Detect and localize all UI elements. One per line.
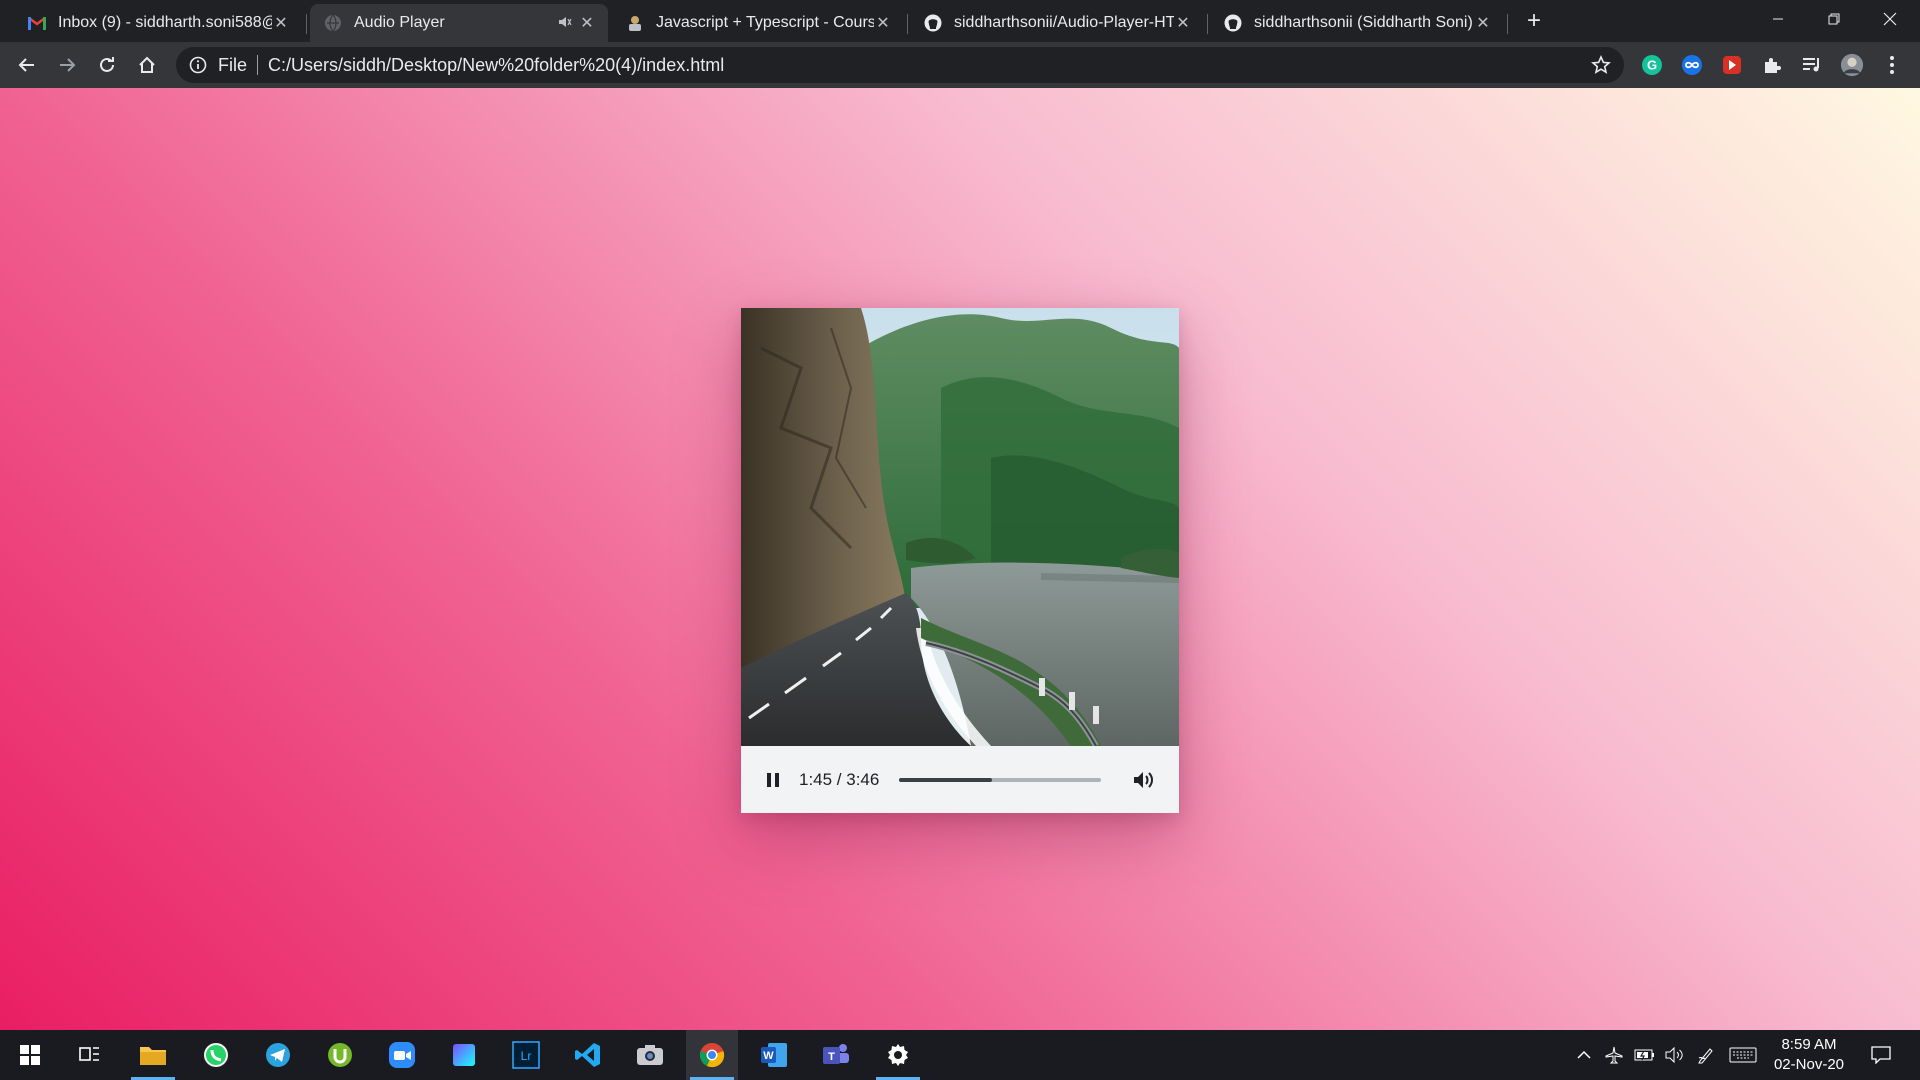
github-icon [924, 14, 942, 32]
github-icon [1224, 14, 1242, 32]
system-clock[interactable]: 8:59 AM 02-Nov-20 [1772, 1035, 1846, 1075]
whatsapp-icon[interactable] [190, 1030, 242, 1080]
svg-text:G: G [1647, 58, 1657, 73]
tab-title: Inbox (9) - siddharth.soni588@gmail.com [58, 14, 272, 31]
address-bar[interactable]: File C:/Users/siddh/Desktop/New%20folder… [176, 47, 1624, 83]
course-icon [626, 14, 644, 32]
chevron-up-icon[interactable] [1572, 1030, 1596, 1080]
battery-charging-icon[interactable] [1632, 1030, 1658, 1080]
airplane-mode-icon[interactable] [1602, 1030, 1626, 1080]
home-icon [139, 56, 155, 73]
pause-button[interactable] [761, 768, 785, 792]
minimize-button[interactable] [1750, 0, 1806, 38]
time-display: 1:45 / 3:46 [799, 769, 880, 789]
speaker-volume-icon[interactable] [1662, 1030, 1688, 1080]
tab-close-icon[interactable]: ✕ [1474, 13, 1492, 33]
video-extension-icon[interactable] [1720, 53, 1744, 77]
forward-button[interactable] [52, 50, 82, 80]
tab-separator [306, 14, 307, 34]
svg-text:W: W [763, 1050, 774, 1062]
tab-title: siddharthsonii (Siddharth Soni) [1254, 14, 1473, 31]
word-icon[interactable]: W [748, 1030, 800, 1080]
clock-time: 8:59 AM [1781, 1036, 1837, 1053]
arrow-left-icon [18, 58, 34, 72]
keyboard-icon[interactable] [1726, 1030, 1760, 1080]
media-control-icon[interactable] [1800, 53, 1824, 77]
notifications-icon[interactable] [1866, 1030, 1896, 1080]
clock-date: 02-Nov-20 [1773, 1056, 1845, 1073]
tab-close-icon[interactable]: ✕ [578, 13, 596, 33]
arrow-right-icon [60, 58, 76, 72]
tab-separator [1507, 14, 1508, 34]
settings-gear-icon[interactable] [872, 1030, 924, 1080]
teams-icon[interactable]: T [810, 1030, 862, 1080]
url-divider [257, 55, 259, 75]
url-scheme: File [218, 54, 248, 75]
restore-button[interactable] [1806, 0, 1862, 38]
puzzle-extensions-icon[interactable] [1760, 53, 1784, 77]
volume-button[interactable] [1131, 767, 1157, 793]
windows-taskbar: Lr W T 8:59 AM 02-Nov-20 [0, 1030, 1920, 1080]
tab-close-icon[interactable]: ✕ [1174, 13, 1192, 33]
tab-audio-player[interactable]: Audio Player ✕ [310, 4, 608, 42]
album-art-image [741, 308, 1179, 746]
svg-text:Lr: Lr [521, 1049, 532, 1063]
new-tab-button[interactable]: + [1520, 8, 1548, 36]
tab-separator [907, 14, 908, 34]
task-view-icon[interactable] [64, 1030, 116, 1080]
kebab-menu-icon[interactable] [1880, 53, 1904, 77]
tab-title: Audio Player [354, 14, 445, 31]
info-icon[interactable] [188, 55, 208, 75]
tab-title: siddharthsonii/Audio-Player-HTML [954, 14, 1174, 31]
home-button[interactable] [132, 50, 162, 80]
pause-icon [767, 772, 779, 787]
chrome-icon[interactable] [686, 1030, 738, 1080]
zoom-icon[interactable] [376, 1030, 428, 1080]
audio-controls-bar: 1:45 / 3:46 [741, 746, 1179, 813]
seek-slider[interactable] [899, 777, 1102, 782]
tab-title: Javascript + Typescript - Course [656, 14, 874, 31]
utorrent-icon[interactable] [314, 1030, 366, 1080]
globe-icon [324, 14, 342, 32]
tab-separator [1207, 14, 1208, 34]
volume-icon [1134, 771, 1154, 788]
tab-js-course[interactable]: Javascript + Typescript - Course ✕ [612, 4, 904, 42]
pen-workspace-icon[interactable] [1694, 1030, 1718, 1080]
back-button[interactable] [12, 50, 42, 80]
lightroom-icon[interactable]: Lr [500, 1030, 552, 1080]
seek-progress [899, 777, 993, 782]
tab-gmail-inbox[interactable]: Inbox (9) - siddharth.soni588@gmail.com … [14, 4, 302, 42]
page-viewport: 1:45 / 3:46 [0, 88, 1920, 1030]
speaker-muted-icon[interactable] [558, 15, 572, 31]
tab-close-icon[interactable]: ✕ [272, 13, 290, 33]
vscode-icon[interactable] [562, 1030, 614, 1080]
svg-text:T: T [828, 1051, 835, 1063]
grammarly-extension-icon[interactable]: G [1640, 53, 1664, 77]
gmail-icon [28, 14, 46, 32]
file-explorer-icon[interactable] [127, 1030, 179, 1080]
telegram-icon[interactable] [252, 1030, 304, 1080]
color-app-icon[interactable] [438, 1030, 490, 1080]
browser-tab-strip: Inbox (9) - siddharth.soni588@gmail.com … [0, 0, 1920, 42]
tab-github-repo[interactable]: siddharthsonii/Audio-Player-HTML ✕ [910, 4, 1204, 42]
link-extension-icon[interactable] [1680, 53, 1704, 77]
tab-close-icon[interactable]: ✕ [874, 13, 892, 33]
windows-start-icon[interactable] [4, 1030, 56, 1080]
url-text[interactable]: C:/Users/siddh/Desktop/New%20folder%20(4… [268, 55, 724, 76]
star-bookmark-icon[interactable] [1590, 54, 1612, 76]
reload-button[interactable] [92, 50, 122, 80]
browser-toolbar: File C:/Users/siddh/Desktop/New%20folder… [0, 42, 1920, 88]
tab-github-profile[interactable]: siddharthsonii (Siddharth Soni) ✕ [1210, 4, 1504, 42]
close-window-button[interactable] [1862, 0, 1918, 38]
reload-icon [100, 57, 114, 72]
camera-icon[interactable] [624, 1030, 676, 1080]
profile-avatar[interactable] [1840, 53, 1864, 77]
audio-player-card: 1:45 / 3:46 [741, 308, 1179, 813]
